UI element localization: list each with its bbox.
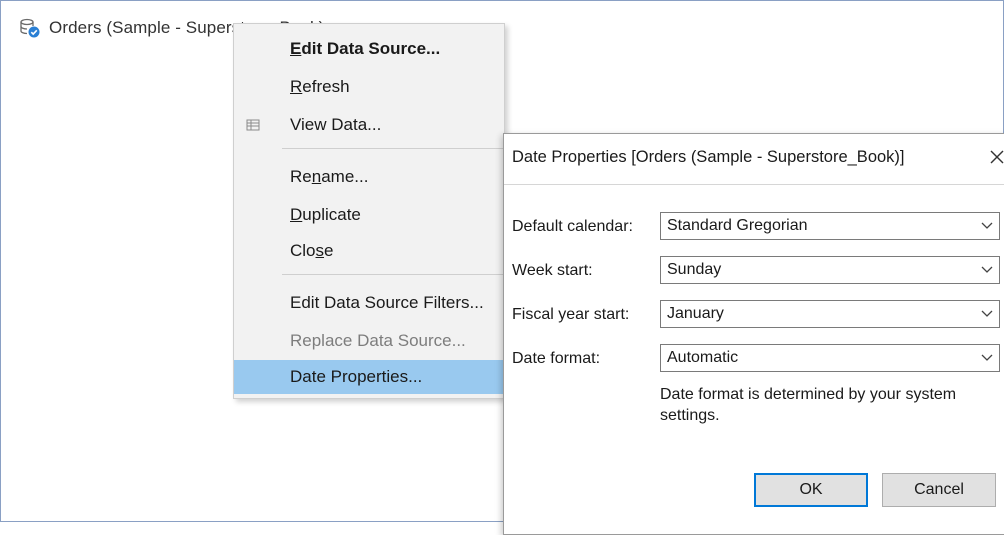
week-start-select[interactable]: Sunday: [660, 256, 1000, 284]
fiscal-year-start-select[interactable]: January: [660, 300, 1000, 328]
menu-item-view-data[interactable]: View Data...: [234, 108, 504, 142]
menu-item-edit-data-source[interactable]: Edit Data Source...: [234, 32, 504, 66]
select-value: Standard Gregorian: [667, 217, 808, 234]
chevron-down-icon: [981, 310, 993, 317]
dialog-title: Date Properties [Orders (Sample - Supers…: [512, 148, 905, 166]
select-value: Automatic: [667, 349, 739, 366]
menu-item-label: View Data...: [290, 115, 382, 134]
week-start-label: Week start:: [512, 262, 593, 279]
date-format-label: Date format:: [512, 350, 601, 367]
menu-item-duplicate[interactable]: Duplicate: [234, 198, 504, 232]
menu-item-label: Date Properties...: [290, 367, 423, 386]
dialog-separator: [504, 184, 1004, 185]
menu-separator: [282, 148, 504, 149]
cancel-button[interactable]: Cancel: [882, 473, 996, 507]
menu-item-label: Replace Data Source...: [290, 331, 466, 350]
menu-item-close[interactable]: Close: [234, 234, 504, 268]
database-connection-icon: [20, 18, 40, 38]
view-data-icon: [246, 119, 260, 131]
menu-item-label: Edit Data Source...: [290, 39, 441, 58]
default-calendar-select[interactable]: Standard Gregorian: [660, 212, 1000, 240]
menu-separator: [282, 274, 504, 275]
workspace-panel: Orders (Sample - Superstore_Book) Edit D…: [0, 0, 1004, 535]
context-menu: Edit Data Source... Refresh View Data...…: [233, 23, 505, 399]
menu-item-label: Refresh: [290, 77, 350, 96]
menu-item-replace-data-source: Replace Data Source...: [234, 324, 504, 358]
menu-item-label: Rename...: [290, 167, 369, 186]
menu-item-refresh[interactable]: Refresh: [234, 70, 504, 104]
menu-item-rename[interactable]: Rename...: [234, 160, 504, 194]
date-format-note: Date format is determined by your system…: [660, 386, 957, 424]
ok-button[interactable]: OK: [754, 473, 868, 507]
menu-item-edit-data-source-filters[interactable]: Edit Data Source Filters...: [234, 286, 504, 320]
menu-item-label: Edit Data Source Filters...: [290, 293, 484, 312]
fiscal-year-start-label: Fiscal year start:: [512, 306, 630, 323]
chevron-down-icon: [981, 354, 993, 361]
close-icon[interactable]: [986, 146, 1004, 168]
menu-item-label: Duplicate: [290, 205, 361, 224]
menu-item-label: Close: [290, 241, 334, 260]
chevron-down-icon: [981, 222, 993, 229]
date-properties-dialog: Date Properties [Orders (Sample - Supers…: [503, 133, 1004, 535]
menu-item-date-properties[interactable]: Date Properties...: [234, 360, 504, 394]
default-calendar-label: Default calendar:: [512, 218, 633, 235]
chevron-down-icon: [981, 266, 993, 273]
select-value: January: [667, 305, 724, 322]
date-format-select[interactable]: Automatic: [660, 344, 1000, 372]
select-value: Sunday: [667, 261, 722, 278]
